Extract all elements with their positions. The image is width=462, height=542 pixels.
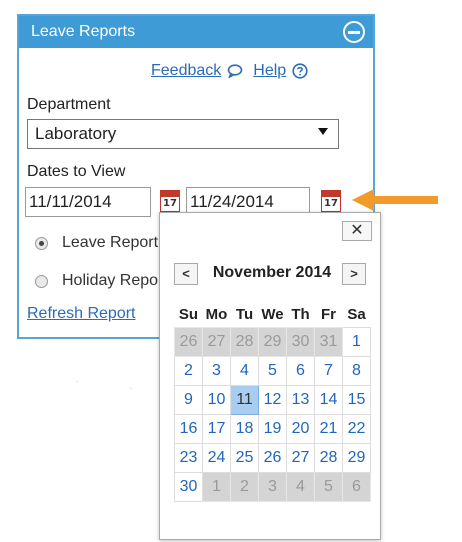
calendar-day[interactable]: 8 (342, 356, 371, 386)
calendar-icon-number: 17 (324, 198, 338, 209)
calendar-day[interactable]: 20 (286, 414, 315, 444)
calendar-day[interactable]: 3 (202, 356, 231, 386)
help-icon[interactable] (292, 63, 308, 79)
calendar-day-other-month: 30 (286, 327, 315, 357)
weekday-header: Fr (321, 305, 336, 323)
department-value: Laboratory (35, 124, 117, 143)
calendar-day[interactable]: 23 (174, 443, 203, 473)
calendar-day[interactable]: 30 (174, 472, 203, 502)
calendar-day[interactable]: 26 (258, 443, 287, 473)
start-calendar-icon[interactable]: 17 (160, 190, 180, 212)
calendar-week-row: 9 10 11 12 13 14 15 (174, 385, 371, 415)
calendar-day-other-month: 6 (342, 472, 371, 502)
calendar-day[interactable]: 22 (342, 414, 371, 444)
prev-month-button[interactable]: < (174, 263, 198, 285)
orange-arrow-icon (352, 189, 438, 211)
weekday-header: We (261, 305, 284, 323)
close-button[interactable]: ✕ (342, 221, 372, 241)
calendar-day[interactable]: 14 (314, 385, 343, 415)
calendar-day[interactable]: 15 (342, 385, 371, 415)
end-calendar-icon[interactable]: 17 (321, 190, 341, 212)
calendar-day[interactable]: 16 (174, 414, 203, 444)
calendar-day[interactable]: 13 (286, 385, 315, 415)
help-link[interactable]: Help (253, 62, 286, 80)
calendar-grid: Su Mo Tu We Th Fr Sa 26 27 28 29 30 31 1 2 3 4 5 6 7 8 9 10 11… (174, 301, 371, 502)
calendar-day[interactable]: 29 (342, 443, 371, 473)
radio-button[interactable] (35, 274, 48, 288)
calendar-week-row: 23 24 25 26 27 28 29 (174, 443, 371, 473)
speech-bubble-icon[interactable] (227, 64, 243, 78)
radio-leave-report[interactable]: Leave Report (35, 234, 158, 252)
calendar-day-other-month: 5 (314, 472, 343, 502)
feedback-link[interactable]: Feedback (151, 62, 221, 80)
calendar-day[interactable]: 12 (258, 385, 287, 415)
collapse-icon[interactable] (343, 21, 365, 43)
calendar-day[interactable]: 18 (230, 414, 259, 444)
start-date-input[interactable]: 11/11/2014 (25, 187, 151, 217)
weekday-header: Mo (205, 305, 228, 323)
calendar-day[interactable]: 17 (202, 414, 231, 444)
calendar-day[interactable]: 10 (202, 385, 231, 415)
calendar-day-other-month: 2 (230, 472, 259, 502)
month-title: November 2014 (212, 264, 332, 281)
calendar-day[interactable]: 4 (230, 356, 259, 386)
calendar-day[interactable]: 19 (258, 414, 287, 444)
calendar-day-other-month: 4 (286, 472, 315, 502)
calendar-icon-number: 17 (163, 198, 177, 209)
calendar-day[interactable]: 7 (314, 356, 343, 386)
calendar-day[interactable]: 6 (286, 356, 315, 386)
calendar-day-selected[interactable]: 11 (230, 385, 259, 415)
dropdown-arrow-icon (318, 128, 328, 135)
panel-header: Leave Reports (19, 16, 373, 48)
calendar-day-other-month: 27 (202, 327, 231, 357)
weekday-header: Sa (347, 305, 366, 323)
calendar-day[interactable]: 27 (286, 443, 315, 473)
datepicker-popup: ✕ < November 2014 > Su Mo Tu We Th Fr Sa 26 27 2… (159, 212, 381, 540)
radio-button[interactable] (35, 236, 48, 250)
radio-holiday-label: Holiday Report (62, 272, 168, 289)
calendar-day-other-month: 31 (314, 327, 343, 357)
calendar-week-row: 30 1 2 3 4 5 6 (174, 472, 371, 502)
calendar-day-other-month: 28 (230, 327, 259, 357)
weekday-header: Su (178, 305, 199, 323)
calendar-day[interactable]: 9 (174, 385, 203, 415)
refresh-report-link[interactable]: Refresh Report (27, 305, 136, 323)
calendar-day[interactable]: 21 (314, 414, 343, 444)
calendar-day[interactable]: 5 (258, 356, 287, 386)
calendar-day-other-month: 26 (174, 327, 203, 357)
calendar-week-row: 26 27 28 29 30 31 1 (174, 327, 371, 357)
panel-title: Leave Reports (31, 23, 136, 40)
calendar-day-other-month: 3 (258, 472, 287, 502)
weekday-header: Tu (235, 305, 254, 323)
dates-to-view-label: Dates to View (27, 163, 126, 180)
weekday-row: Su Mo Tu We Th Fr Sa (175, 301, 371, 328)
calendar-day[interactable]: 28 (314, 443, 343, 473)
department-label: Department (27, 96, 111, 113)
radio-holiday-report[interactable]: Holiday Report (35, 272, 168, 290)
calendar-week-row: 16 17 18 19 20 21 22 (174, 414, 371, 444)
datepicker-header: < November 2014 > (174, 263, 370, 287)
weekday-header: Th (291, 305, 310, 323)
calendar-day-other-month: 1 (202, 472, 231, 502)
calendar-week-row: 2345678 (174, 356, 371, 386)
calendar-day[interactable]: 24 (202, 443, 231, 473)
calendar-day[interactable]: 1 (342, 327, 371, 357)
radio-leave-label: Leave Report (62, 234, 159, 251)
links-row: Feedback Help (151, 62, 308, 80)
calendar-day[interactable]: 25 (230, 443, 259, 473)
next-month-button[interactable]: > (342, 263, 366, 285)
calendar-day[interactable]: 2 (174, 356, 203, 386)
department-select[interactable]: Laboratory (27, 119, 339, 149)
decoration-dot: . (130, 382, 133, 391)
decoration-dot: . (76, 375, 79, 384)
calendar-day-other-month: 29 (258, 327, 287, 357)
